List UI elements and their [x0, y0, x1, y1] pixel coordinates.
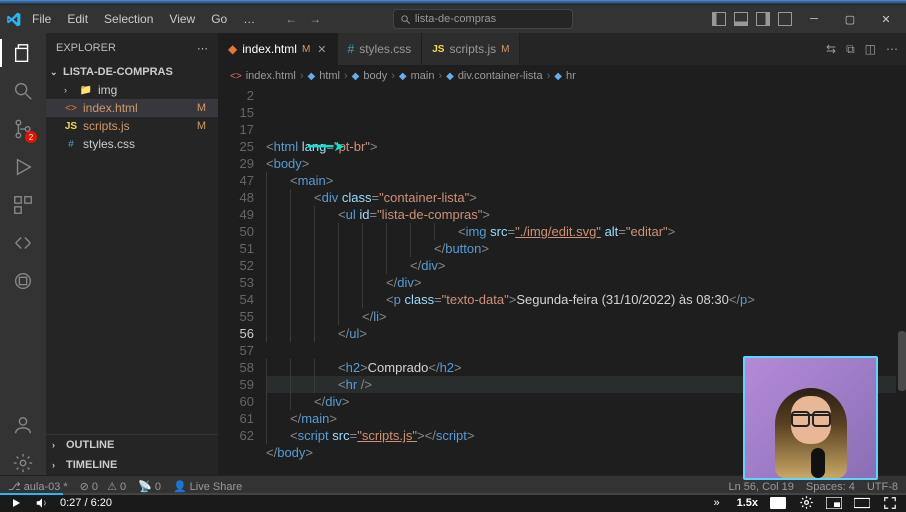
command-search-input[interactable]: lista-de-compras [393, 9, 573, 29]
split-icon[interactable]: ◫ [865, 42, 876, 56]
play-button[interactable] [8, 495, 24, 511]
minimap-scrollbar[interactable] [896, 141, 906, 475]
maximize-button[interactable]: ▢ [836, 13, 864, 26]
encoding[interactable]: UTF-8 [867, 481, 898, 493]
scm-badge: 2 [25, 131, 37, 143]
close-icon[interactable]: ✕ [317, 43, 326, 56]
cursor-position[interactable]: Ln 56, Col 19 [728, 481, 793, 493]
breadcrumb-item[interactable]: html [319, 70, 340, 82]
minimize-button[interactable]: ─ [800, 13, 828, 25]
file-scripts-js[interactable]: JSscripts.jsM [46, 117, 218, 135]
outline-section[interactable]: ›OUTLINE [46, 435, 218, 455]
ext-icon[interactable] [11, 269, 35, 293]
git-branch[interactable]: ⎇ aula-03* [8, 480, 68, 493]
editor-tabs: ◆index.htmlM✕#styles.cssJSscripts.jsM ⇆ ⧉ ◫… [218, 33, 906, 65]
tab-styles-css[interactable]: #styles.css [338, 33, 423, 65]
nav-forward-icon[interactable]: → [309, 12, 321, 26]
source-control-icon[interactable]: 2 [11, 117, 35, 141]
tab-index-html[interactable]: ◆index.htmlM✕ [218, 33, 338, 65]
breadcrumb-item[interactable]: index.html [246, 70, 296, 82]
breadcrumb-item[interactable]: body [363, 70, 387, 82]
sidebar-title: EXPLORER [56, 42, 116, 54]
webcam-overlay [743, 356, 878, 480]
tab-scripts-js[interactable]: JSscripts.jsM [422, 33, 520, 65]
diff-icon[interactable]: ⧉ [846, 42, 855, 57]
run-debug-icon[interactable] [11, 155, 35, 179]
problems[interactable]: ⊘ 0 ⚠ 0 [80, 480, 126, 493]
menu-selection[interactable]: Selection [98, 10, 159, 28]
folder-root[interactable]: ⌄ LISTA-DE-COMPRAS [46, 63, 218, 81]
layout-icon[interactable] [756, 12, 770, 26]
search-icon[interactable] [11, 79, 35, 103]
account-icon[interactable] [11, 413, 35, 437]
more-icon[interactable]: ⋯ [886, 42, 898, 56]
explorer-sidebar: EXPLORER ⋯ ⌄ LISTA-DE-COMPRAS ›📁img<>ind… [46, 33, 218, 475]
breadcrumb-item[interactable]: main [411, 70, 435, 82]
chevron-down-icon: ⌄ [50, 67, 60, 78]
breadcrumb-item[interactable]: hr [566, 70, 576, 82]
search-value: lista-de-compras [415, 13, 496, 25]
volume-icon[interactable] [34, 495, 50, 511]
settings-icon[interactable] [11, 451, 35, 475]
close-button[interactable]: ✕ [872, 13, 900, 26]
menu-go[interactable]: Go [205, 10, 233, 28]
breadcrumb-item[interactable]: div.container-lista [458, 70, 543, 82]
file-styles-css[interactable]: #styles.css [46, 135, 218, 153]
breadcrumbs[interactable]: <>index.html›◆html›◆body›◆main›◆div.cont… [218, 65, 906, 87]
layout-icon[interactable] [734, 12, 748, 26]
fullscreen-icon[interactable] [882, 495, 898, 511]
go-to-icon[interactable]: ⇆ [826, 42, 836, 56]
settings-gear-icon[interactable] [798, 495, 814, 511]
indent[interactable]: Spaces: 4 [806, 481, 855, 493]
video-time: 0:27 / 6:20 [60, 497, 112, 509]
activity-bar: 2 [0, 33, 46, 475]
file-index-html[interactable]: <>index.htmlM [46, 99, 218, 117]
explorer-icon[interactable] [11, 41, 35, 65]
menu-file[interactable]: File [26, 10, 57, 28]
file-img[interactable]: ›📁img [46, 81, 218, 99]
video-controls: 0:27 / 6:20 » 1.5x [0, 493, 906, 512]
nav-back-icon[interactable]: ← [285, 12, 297, 26]
remote-icon[interactable] [11, 231, 35, 255]
live-share[interactable]: 👤 Live Share [173, 480, 242, 493]
skip-icon[interactable]: » [709, 495, 725, 511]
video-progress[interactable] [0, 493, 906, 495]
sidebar-more-icon[interactable]: ⋯ [197, 42, 208, 55]
theater-icon[interactable] [854, 495, 870, 511]
pip-icon[interactable] [826, 495, 842, 511]
menu-edit[interactable]: Edit [61, 10, 94, 28]
titlebar: File Edit Selection View Go … ← → lista-… [0, 5, 906, 33]
vscode-logo-icon [6, 11, 22, 27]
captions-icon[interactable] [770, 495, 786, 511]
menu-more[interactable]: … [237, 10, 261, 28]
menu-view[interactable]: View [163, 10, 201, 28]
layout-icon[interactable] [778, 12, 792, 26]
layout-icon[interactable] [712, 12, 726, 26]
playback-speed[interactable]: 1.5x [737, 497, 758, 509]
extensions-icon[interactable] [11, 193, 35, 217]
search-icon [400, 14, 411, 25]
port[interactable]: 📡 0 [138, 480, 161, 493]
timeline-section[interactable]: ›TIMELINE [46, 455, 218, 475]
